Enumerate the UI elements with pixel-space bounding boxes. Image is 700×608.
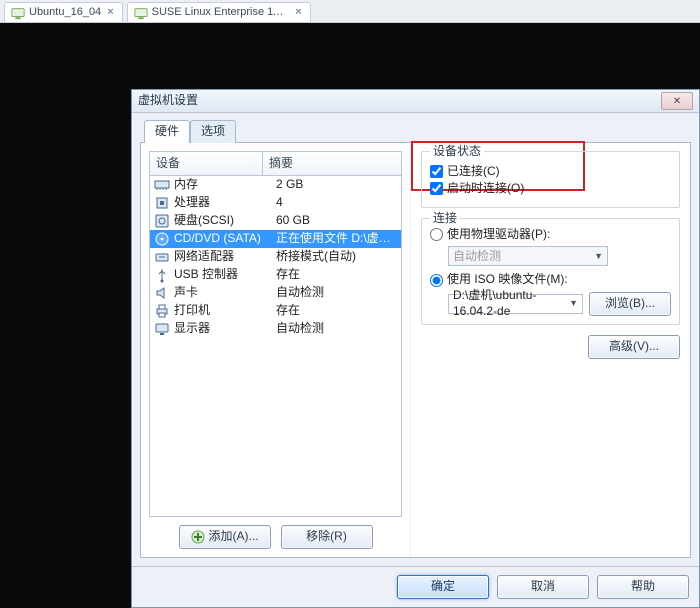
advanced-button[interactable]: 高级(V)... <box>588 335 680 359</box>
printer-icon <box>154 303 170 319</box>
sound-icon <box>154 285 170 301</box>
device-name: 硬盘(SCSI) <box>174 213 270 229</box>
device-list: 设备 摘要 内存2 GB处理器4硬盘(SCSI)60 GBCD/DVD (SAT… <box>149 151 402 517</box>
use-physical-drive-radio[interactable]: 使用物理驱动器(P): <box>430 227 671 243</box>
connect-at-poweron-checkbox[interactable]: 启动时连接(O) <box>430 181 671 197</box>
tab-hardware[interactable]: 硬件 <box>144 120 190 143</box>
device-name: 声卡 <box>174 285 270 301</box>
cpu-icon <box>154 195 170 211</box>
close-icon: ✕ <box>673 95 681 108</box>
chevron-down-icon: ▼ <box>569 298 578 310</box>
remove-device-button[interactable]: 移除(R) <box>281 525 373 549</box>
hardware-panel: 设备 摘要 内存2 GB处理器4硬盘(SCSI)60 GBCD/DVD (SAT… <box>140 142 691 558</box>
iso-radio-input[interactable] <box>430 274 443 287</box>
dialog-title: 虚拟机设置 <box>138 93 198 109</box>
device-name: 网络适配器 <box>174 249 270 265</box>
dialog-footer: 确定 取消 帮助 <box>132 566 699 607</box>
device-row[interactable]: 打印机存在 <box>150 302 401 320</box>
device-name: USB 控制器 <box>174 267 270 283</box>
physical-drive-radio-input[interactable] <box>430 228 443 241</box>
device-name: CD/DVD (SATA) <box>174 231 270 247</box>
device-status-group: 设备状态 已连接(C) 启动时连接(O) <box>421 151 680 208</box>
col-summary[interactable]: 摘要 <box>263 152 401 176</box>
device-summary: 桥接模式(自动) <box>270 249 397 265</box>
cancel-button[interactable]: 取消 <box>497 575 589 599</box>
app-tab-label: Ubuntu_16_04 <box>29 5 101 19</box>
window-close-button[interactable]: ✕ <box>661 92 693 110</box>
device-summary: 2 GB <box>270 177 397 193</box>
device-row[interactable]: 网络适配器桥接模式(自动) <box>150 248 401 266</box>
app-tab-label: SUSE Linux Enterprise 11 64 ... <box>152 5 290 19</box>
use-iso-radio[interactable]: 使用 ISO 映像文件(M): <box>430 272 671 288</box>
tab-close-icon[interactable]: × <box>293 5 303 19</box>
group-title: 设备状态 <box>430 144 484 160</box>
device-name: 打印机 <box>174 303 270 319</box>
app-tab[interactable]: Ubuntu_16_04 × <box>4 2 123 22</box>
help-button[interactable]: 帮助 <box>597 575 689 599</box>
physical-drive-dropdown: 自动检测 ▼ <box>448 246 608 266</box>
device-name: 处理器 <box>174 195 270 211</box>
device-list-header: 设备 摘要 <box>150 152 401 177</box>
device-row[interactable]: 内存2 GB <box>150 176 401 194</box>
device-row[interactable]: CD/DVD (SATA)正在使用文件 D:\虚机\ubuntu-16.0... <box>150 230 401 248</box>
device-summary: 自动检测 <box>270 321 397 337</box>
device-summary: 60 GB <box>270 213 397 229</box>
device-row[interactable]: 声卡自动检测 <box>150 284 401 302</box>
vm-settings-dialog: 虚拟机设置 ✕ 硬件 选项 设备 摘要 内存2 GB处理器4硬盘(SCSI)60… <box>131 89 700 608</box>
hdd-icon <box>154 213 170 229</box>
connect-at-poweron-input[interactable] <box>430 182 443 195</box>
device-row[interactable]: 显示器自动检测 <box>150 320 401 338</box>
page-tabs: 硬件 选项 <box>140 119 691 142</box>
device-name: 显示器 <box>174 321 270 337</box>
add-device-button[interactable]: 添加(A)... <box>179 525 271 549</box>
dialog-titlebar[interactable]: 虚拟机设置 ✕ <box>132 90 699 113</box>
vm-icon <box>134 6 148 20</box>
device-row[interactable]: 处理器4 <box>150 194 401 212</box>
add-icon <box>191 530 205 544</box>
connected-checkbox-input[interactable] <box>430 165 443 178</box>
device-summary: 存在 <box>270 267 397 283</box>
app-tab[interactable]: SUSE Linux Enterprise 11 64 ... × <box>127 2 311 22</box>
display-icon <box>154 321 170 337</box>
tab-options[interactable]: 选项 <box>190 120 236 143</box>
device-summary: 存在 <box>270 303 397 319</box>
device-summary: 正在使用文件 D:\虚机\ubuntu-16.0... <box>270 231 397 247</box>
net-icon <box>154 249 170 265</box>
connected-checkbox[interactable]: 已连接(C) <box>430 164 671 180</box>
cd-icon <box>154 231 170 247</box>
tab-close-icon[interactable]: × <box>105 5 115 19</box>
ram-icon <box>154 177 170 193</box>
device-summary: 自动检测 <box>270 285 397 301</box>
ok-button[interactable]: 确定 <box>397 575 489 599</box>
col-device[interactable]: 设备 <box>150 152 263 176</box>
group-title: 连接 <box>430 211 460 227</box>
browse-button[interactable]: 浏览(B)... <box>589 292 671 316</box>
device-row[interactable]: 硬盘(SCSI)60 GB <box>150 212 401 230</box>
device-name: 内存 <box>174 177 270 193</box>
connection-group: 连接 使用物理驱动器(P): 自动检测 ▼ 使用 ISO 映像文件(M): <box>421 218 680 325</box>
usb-icon <box>154 267 170 283</box>
app-tab-strip: Ubuntu_16_04 × SUSE Linux Enterprise 11 … <box>0 0 700 23</box>
iso-path-dropdown[interactable]: D:\虚机\ubuntu-16.04.2-de ▼ <box>448 294 583 314</box>
device-row[interactable]: USB 控制器存在 <box>150 266 401 284</box>
vm-icon <box>11 6 25 20</box>
chevron-down-icon: ▼ <box>594 251 603 263</box>
device-summary: 4 <box>270 195 397 211</box>
